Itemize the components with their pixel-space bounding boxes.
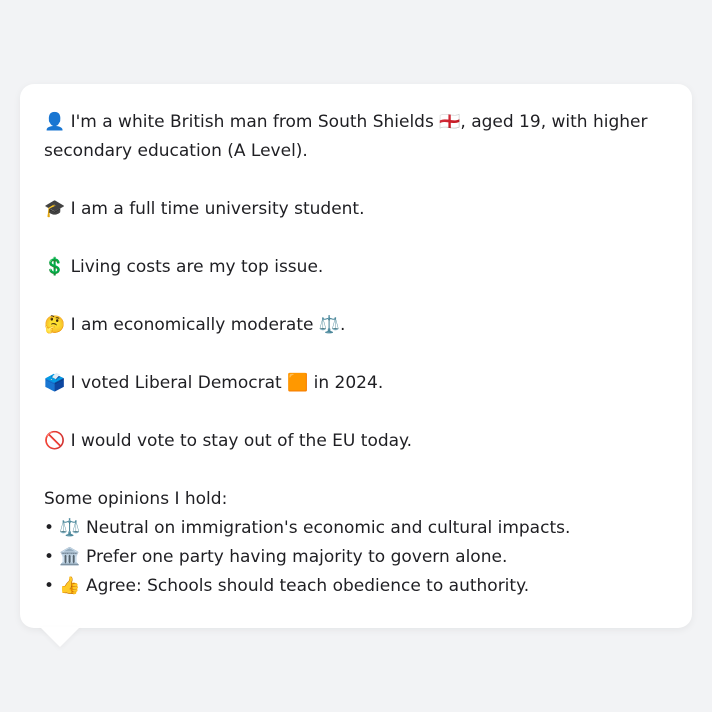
economics-text: 🤔 I am economically moderate ⚖️. bbox=[44, 315, 346, 335]
opinions-section: Some opinions I hold: • ⚖️ Neutral on im… bbox=[44, 485, 668, 601]
occupation-text: 🎓 I am a full time university student. bbox=[44, 199, 365, 219]
opinion-item: • 🏛️ Prefer one party having majority to… bbox=[44, 547, 508, 567]
bubble-tail bbox=[40, 627, 80, 647]
opinions-title: Some opinions I hold: bbox=[44, 489, 228, 509]
eu-vote-text: 🚫 I would vote to stay out of the EU tod… bbox=[44, 431, 413, 451]
opinion-item: • ⚖️ Neutral on immigration's economic a… bbox=[44, 518, 571, 538]
intro-text: 👤 I'm a white British man from South Shi… bbox=[44, 112, 648, 161]
vote-2024-text: 🗳️ I voted Liberal Democrat 🟧 in 2024. bbox=[44, 373, 384, 393]
chat-message-bubble: 👤 I'm a white British man from South Shi… bbox=[20, 84, 692, 628]
top-issue-text: 💲 Living costs are my top issue. bbox=[44, 257, 324, 277]
opinion-item: • 👍 Agree: Schools should teach obedienc… bbox=[44, 576, 530, 596]
